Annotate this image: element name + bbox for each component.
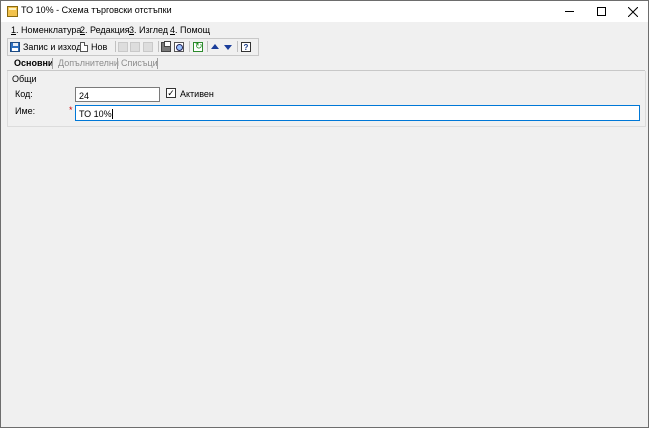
menu-nomenclature[interactable]: 1. Номенклатура: [11, 25, 81, 35]
toolbar-separator: [115, 41, 116, 52]
close-icon: [627, 6, 638, 17]
print-button[interactable]: [161, 40, 171, 53]
toolbar-separator: [189, 41, 190, 52]
help-icon: ?: [241, 41, 251, 52]
cut-button[interactable]: [118, 40, 128, 53]
refresh-icon: [193, 41, 203, 52]
tab-separator: [117, 58, 118, 69]
arrow-down-icon: [224, 44, 232, 50]
printer-icon: [161, 40, 171, 52]
active-label[interactable]: Активен: [180, 89, 214, 99]
new-document-icon: [80, 41, 88, 52]
menu-bar: 1. Номенклатура 2. Редакция 3. Изглед 4.…: [1, 22, 648, 36]
tab-main[interactable]: Основни: [14, 58, 53, 68]
code-field[interactable]: 24: [75, 87, 160, 102]
menu-label: . Помощ: [175, 25, 211, 35]
toolbar-separator: [207, 41, 208, 52]
arrow-up-icon: [211, 43, 219, 49]
paste-button[interactable]: [143, 40, 153, 53]
toolbar-separator: [158, 41, 159, 52]
toolbar: Запис и изход Нов ?: [7, 38, 259, 56]
active-checkbox[interactable]: ✓: [166, 88, 176, 98]
floppy-disk-icon: [10, 41, 20, 52]
text-caret: [111, 109, 113, 119]
title-bar[interactable]: ТО 10% - Схема търговски отстъпки: [1, 1, 648, 22]
refresh-button[interactable]: [193, 40, 203, 53]
menu-label: . Изглед: [134, 25, 169, 35]
copy-button[interactable]: [130, 40, 140, 53]
save-and-exit-label: Запис и изход: [23, 41, 82, 52]
help-button[interactable]: ?: [241, 40, 251, 53]
app-window: ТО 10% - Схема търговски отстъпки 1. Ном…: [0, 0, 649, 428]
move-up-button[interactable]: [210, 40, 220, 53]
copy-icon: [130, 41, 140, 52]
group-title: Общи: [12, 74, 37, 84]
save-and-exit-button[interactable]: Запис и изход: [10, 40, 81, 53]
maximize-button[interactable]: [586, 1, 617, 22]
general-panel: Общи Код: 24 ✓ Активен Име: * ТО 10%: [7, 71, 646, 127]
code-label: Код:: [15, 89, 33, 99]
maximize-icon: [597, 7, 606, 16]
minimize-icon: [565, 11, 574, 12]
window-title: ТО 10% - Схема търговски отстъпки: [21, 5, 172, 15]
move-down-button[interactable]: [223, 40, 233, 53]
name-label: Име:: [15, 106, 36, 116]
close-button[interactable]: [617, 1, 648, 22]
app-icon: [7, 6, 18, 17]
paste-icon: [143, 41, 153, 52]
menu-view[interactable]: 3. Изглед: [129, 25, 168, 35]
menu-edit[interactable]: 2. Редакция: [80, 25, 130, 35]
name-field[interactable]: ТО 10%: [75, 105, 640, 121]
print-preview-button[interactable]: [174, 40, 184, 53]
menu-help[interactable]: 4. Помощ: [170, 25, 210, 35]
print-preview-icon: [174, 41, 184, 52]
tab-lists[interactable]: Списъци: [121, 58, 158, 68]
name-field-value: ТО 10%: [79, 109, 112, 119]
tab-separator: [52, 58, 53, 69]
required-indicator: *: [69, 105, 73, 115]
toolbar-separator: [237, 41, 238, 52]
tab-separator: [157, 58, 158, 69]
new-label: Нов: [91, 41, 108, 52]
minimize-button[interactable]: [554, 1, 585, 22]
menu-label: . Номенклатура: [16, 25, 82, 35]
menu-label: . Редакция: [85, 25, 130, 35]
tab-additional[interactable]: Допълнителни: [58, 58, 119, 68]
scissors-icon: [118, 41, 128, 52]
new-button[interactable]: Нов: [80, 40, 107, 53]
